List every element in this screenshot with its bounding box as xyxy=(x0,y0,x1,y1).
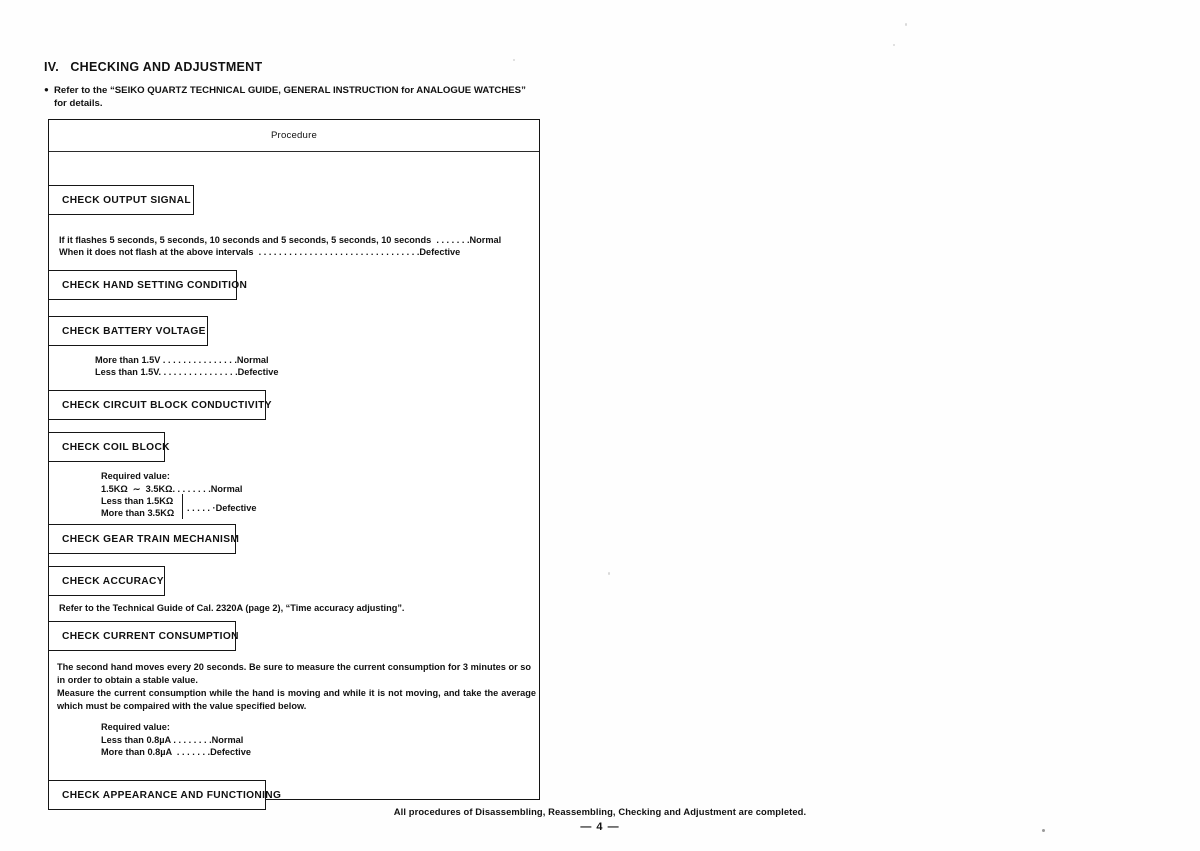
current-consumption-defective-line-wrap: More than 0.8µA . . . . . . .Defective xyxy=(101,746,251,759)
coil-block-brace-result: . . . . . ·Defective xyxy=(187,503,257,513)
battery-voltage-defective-line-wrap: Less than 1.5V. . . . . . . . . . . . . … xyxy=(95,366,278,379)
step-label: CHECK OUTPUT SIGNAL xyxy=(62,194,191,206)
step-label: CHECK ACCURACY xyxy=(62,575,164,587)
coil-block-defective-line-1-wrap: Less than 1.5KΩ xyxy=(101,495,173,508)
step-label: CHECK GEAR TRAIN MECHANISM xyxy=(62,533,240,545)
current-consumption-paragraph-2: Measure the current consumption while th… xyxy=(57,687,536,714)
coil-block-defective-line-2-wrap: More than 3.5KΩ xyxy=(101,507,174,520)
current-consumption-title-text: Required value: xyxy=(101,722,170,732)
page-number: — 4 — xyxy=(580,821,620,833)
reference-note: ● Refer to the “SEIKO QUARTZ TECHNICAL GU… xyxy=(44,83,564,110)
step-box-check-gear-train-mechanism: CHECK GEAR TRAIN MECHANISM xyxy=(48,524,240,554)
coil-block-title-text: Required value: xyxy=(101,471,170,481)
procedure-table-body: CHECK OUTPUT SIGNAL If it flashes 5 seco… xyxy=(48,152,539,810)
step-label: CHECK BATTERY VOLTAGE xyxy=(62,325,206,337)
scan-speck xyxy=(513,59,515,61)
reference-note-line-2: for details. xyxy=(54,98,103,109)
current-consumption-paragraph-2-text: Measure the current consumption while th… xyxy=(57,688,536,712)
output-signal-defective-line: When it does not flash at the above inte… xyxy=(59,247,461,257)
output-signal-defective-line-wrap: When it does not flash at the above inte… xyxy=(59,246,460,259)
scan-speck xyxy=(893,44,895,46)
coil-block-required-value-title: Required value: xyxy=(101,470,170,483)
step-box-check-accuracy: CHECK ACCURACY xyxy=(48,566,165,596)
output-signal-results: If it flashes 5 seconds, 5 seconds, 10 s… xyxy=(59,234,501,247)
current-consumption-required-value-title: Required value: xyxy=(101,721,170,734)
reference-note-line-1: Refer to the “SEIKO QUARTZ TECHNICAL GUI… xyxy=(54,85,526,96)
document-page: IV. CHECKING AND ADJUSTMENT ● Refer to th… xyxy=(0,0,1200,851)
scan-speck xyxy=(905,23,907,26)
step-box-check-output-signal: CHECK OUTPUT SIGNAL xyxy=(48,185,194,215)
step-label: CHECK CIRCUIT BLOCK CONDUCTIVITY xyxy=(62,399,272,411)
current-consumption-paragraph-1: The second hand moves every 20 seconds. … xyxy=(57,661,531,688)
battery-voltage-normal-line-wrap: More than 1.5V . . . . . . . . . . . . .… xyxy=(95,354,269,367)
current-consumption-paragraph-1-text: The second hand moves every 20 seconds. … xyxy=(57,662,531,686)
scan-speck xyxy=(608,572,610,575)
brace-bar-icon xyxy=(182,494,183,519)
current-consumption-normal-line-wrap: Less than 0.8µA . . . . . . . .Normal xyxy=(101,734,243,747)
battery-voltage-normal-line: More than 1.5V . . . . . . . . . . . . .… xyxy=(95,355,269,365)
current-consumption-defective-line: More than 0.8µA . . . . . . .Defective xyxy=(101,747,251,757)
coil-block-defective-line-1: Less than 1.5KΩ xyxy=(101,496,174,506)
output-signal-normal-line: If it flashes 5 seconds, 5 seconds, 10 s… xyxy=(59,235,502,245)
footer-completion-note: All procedures of Disassembling, Reassem… xyxy=(393,806,807,817)
column-header-procedure: Procedure xyxy=(270,130,318,141)
step-label: CHECK COIL BLOCK xyxy=(62,441,170,453)
step-label: CHECK APPEARANCE AND FUNCTIONING xyxy=(62,789,282,801)
procedure-table-header: Procedure xyxy=(49,120,539,152)
step-box-check-current-consumption: CHECK CURRENT CONSUMPTION xyxy=(48,621,239,651)
coil-block-normal-line: 1.5KΩ ∼ 3.5KΩ. . . . . . . .Normal xyxy=(101,484,243,494)
step-box-check-battery-voltage: CHECK BATTERY VOLTAGE xyxy=(48,316,208,346)
procedure-table: Procedure CHECK OUTPUT SIGNAL If it flas… xyxy=(48,119,540,810)
step-label: CHECK HAND SETTING CONDITION xyxy=(62,279,248,291)
accuracy-reference-line: Refer to the Technical Guide of Cal. 232… xyxy=(59,603,405,613)
coil-block-brace-result-wrap: . . . . . ·Defective xyxy=(187,502,256,515)
bullet-icon: ● xyxy=(44,85,49,94)
step-box-check-circuit-block-conductivity: CHECK CIRCUIT BLOCK CONDUCTIVITY xyxy=(48,390,272,420)
current-consumption-normal-line: Less than 0.8µA . . . . . . . .Normal xyxy=(101,735,244,745)
step-box-check-coil-block: CHECK COIL BLOCK xyxy=(48,432,170,462)
coil-block-defective-line-2: More than 3.5KΩ xyxy=(101,508,175,518)
section-heading: IV. CHECKING AND ADJUSTMENT xyxy=(44,60,263,74)
battery-voltage-defective-line: Less than 1.5V. . . . . . . . . . . . . … xyxy=(95,367,279,377)
step-label: CHECK CURRENT CONSUMPTION xyxy=(62,630,239,642)
step-box-check-hand-setting-condition: CHECK HAND SETTING CONDITION xyxy=(48,270,247,300)
accuracy-reference-wrap: Refer to the Technical Guide of Cal. 232… xyxy=(59,602,404,615)
